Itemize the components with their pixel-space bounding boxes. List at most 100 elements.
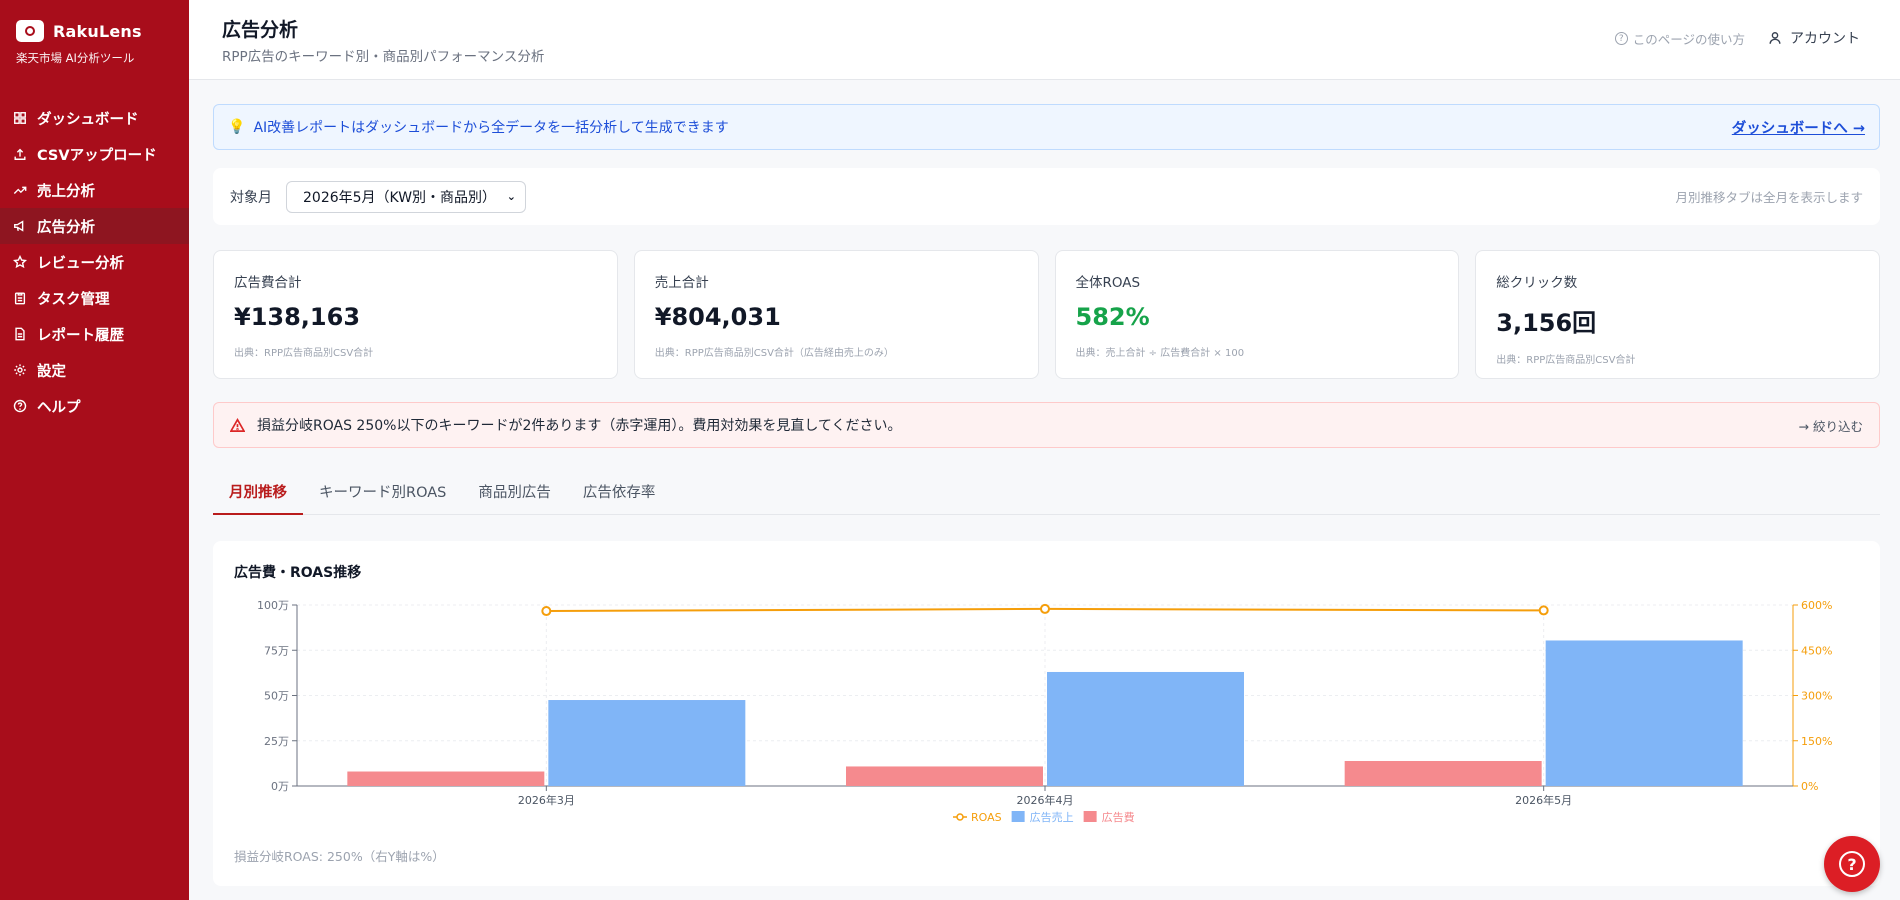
left-axis-tick-label: 50万 (264, 690, 289, 703)
sidebar-item[interactable]: 広告分析 (0, 208, 189, 244)
tab[interactable]: 月別推移 (213, 472, 303, 515)
floating-help-button[interactable]: ? (1824, 836, 1880, 892)
star-icon (13, 255, 27, 269)
x-axis-tick-label: 2026年4月 (1017, 793, 1074, 807)
left-axis-tick-label: 75万 (264, 644, 289, 657)
legend-label: 広告費 (1102, 810, 1135, 824)
kpi-source: 出典：RPP広告商品別CSV合計（広告経由売上のみ） (654, 348, 894, 359)
sidebar-item[interactable]: 設定 (0, 352, 189, 388)
kpi-card-sales: 売上合計 ¥804,031 出典：RPP広告商品別CSV合計（広告経由売上のみ） (633, 250, 1039, 379)
account-label: アカウント (1790, 31, 1860, 47)
left-axis-tick-label: 0万 (271, 780, 289, 793)
kpi-source: 出典：売上合計 ÷ 広告費合計 × 100 (1075, 348, 1245, 359)
right-axis-tick-label: 600% (1801, 599, 1832, 612)
roas-point (1538, 605, 1549, 616)
kpi-value: ¥804,031 (654, 303, 781, 331)
dashboard-icon (13, 111, 27, 125)
left-axis-tick-label: 25万 (264, 735, 289, 748)
sidebar-item[interactable]: レポート履歴 (0, 316, 189, 352)
tab[interactable]: キーワード別ROAS (303, 472, 462, 515)
tab[interactable]: 商品別広告 (462, 472, 567, 515)
sidebar-item[interactable]: ダッシュボード (0, 100, 189, 136)
month-select[interactable]: 2026年5月（KW別・商品別） ⌄ (286, 180, 526, 213)
sidebar-item-label: ダッシュボード (37, 111, 139, 128)
warning-triangle-icon (230, 417, 245, 432)
left-axis-tick-label: 100万 (257, 599, 289, 612)
month-select-value: 2026年5月（KW別・商品別） (303, 189, 497, 206)
kpi-label: 全体ROAS (1075, 275, 1141, 291)
chart-note: 損益分岐ROAS: 250%（右Y軸は%） (234, 849, 445, 864)
kpi-card-clicks: 総クリック数 3,156回 出典：RPP広告商品別CSV合計 (1475, 250, 1880, 379)
kpi-card-ad-cost: 広告費合計 ¥138,163 出典：RPP広告商品別CSV合計 (213, 250, 618, 379)
right-axis-tick-label: 0% (1801, 780, 1818, 793)
help-icon (13, 399, 27, 413)
alert-text: 損益分岐ROAS 250%以下のキーワードが2件あります（赤字運用）。費用対効果… (257, 418, 902, 434)
page-help-link[interactable]: ? このページの使い方 (1614, 29, 1745, 48)
chevron-down-icon: ⌄ (506, 189, 516, 203)
sidebar-item[interactable]: レビュー分析 (0, 244, 189, 280)
trend-icon (13, 183, 27, 197)
page-help-label: このページの使い方 (1632, 32, 1745, 47)
sidebar-item-label: ヘルプ (37, 399, 81, 416)
bar-ad-cost (1344, 760, 1542, 786)
x-axis-tick-label: 2026年5月 (1515, 793, 1572, 807)
bar-ad-sales (1047, 671, 1244, 786)
legend-swatch (1083, 811, 1097, 822)
bar-ad-cost (846, 766, 1043, 786)
sidebar-item[interactable]: 売上分析 (0, 172, 189, 208)
roas-point (1040, 603, 1050, 614)
megaphone-icon (13, 219, 27, 233)
lightbulb-icon: 💡 (228, 119, 246, 135)
ad-roas-chart: 0万 25万 50万 75万 100万 0% 150% 300% 450% 600% 2026年3月… (257, 599, 1832, 824)
legend-label: ROAS (971, 811, 1002, 824)
roas-point (541, 606, 552, 617)
sidebar-item-label: タスク管理 (37, 291, 110, 308)
info-banner: 💡 AI改善レポートはダッシュボードから全データを一括分析して生成できます ダッ… (213, 104, 1880, 150)
document-icon (13, 327, 27, 341)
page-subtitle: RPP広告のキーワード別・商品別パフォーマンス分析 (222, 49, 545, 65)
dashboard-link[interactable]: ダッシュボードへ → (1732, 117, 1865, 138)
bar-ad-sales (548, 700, 746, 786)
kpi-source: 出典：RPP広告商品別CSV合計 (1496, 355, 1636, 366)
kpi-card-roas: 全体ROAS 582% 出典：売上合計 ÷ 広告費合計 × 100 (1054, 250, 1460, 379)
chart-card: 広告費・ROAS推移 0万 25万 50万 75万 100万 0% 150% 300% 450%… (213, 541, 1880, 886)
kpi-source: 出典：RPP広告商品別CSV合計 (234, 348, 374, 359)
legend-label: 広告売上 (1030, 811, 1074, 824)
gear-icon (13, 363, 27, 377)
sidebar-item-label: 売上分析 (37, 183, 95, 200)
analysis-tabs: 月別推移 キーワード別ROAS 商品別広告 広告依存率 (213, 472, 1880, 515)
sidebar-item-label: 広告分析 (37, 219, 95, 236)
brand-name: RakuLens (53, 21, 142, 41)
kpi-value: ¥138,163 (234, 303, 361, 331)
filter-link[interactable]: → 絞り込む (1799, 416, 1863, 435)
legend-swatch (1011, 811, 1025, 822)
sidebar-item-label: CSVアップロード (37, 147, 157, 164)
kpi-label: 売上合計 (654, 275, 709, 291)
account-button[interactable]: アカウント (1768, 28, 1860, 48)
sidebar-item-label: レポート履歴 (37, 327, 124, 344)
kpi-value: 3,156回 (1496, 309, 1597, 337)
kpi-cards: 広告費合計 ¥138,163 出典：RPP広告商品別CSV合計 売上合計 ¥80… (213, 250, 1880, 379)
sidebar: RakuLens 楽天市場 AI分析ツール ダッシュボード CSVアップロード 売上… (0, 0, 189, 900)
camera-logo-icon (16, 20, 44, 42)
tab[interactable]: 広告依存率 (567, 472, 672, 515)
bar-ad-sales (1545, 640, 1743, 786)
kpi-label: 総クリック数 (1496, 275, 1578, 291)
x-axis-tick-label: 2026年3月 (518, 793, 575, 807)
user-icon (1769, 32, 1781, 44)
brand[interactable]: RakuLens (0, 0, 189, 42)
month-filter-bar: 対象月 2026年5月（KW別・商品別） ⌄ 月別推移タブは全月を表示します (213, 168, 1880, 225)
sidebar-item[interactable]: ヘルプ (0, 388, 189, 424)
sidebar-item[interactable]: タスク管理 (0, 280, 189, 316)
month-filter-label: 対象月 (230, 189, 272, 206)
bar-ad-cost (347, 771, 545, 786)
right-axis-tick-label: 150% (1801, 735, 1832, 748)
legend-marker (956, 813, 964, 821)
help-circle-icon: ? (1614, 32, 1628, 45)
right-axis-tick-label: 300% (1801, 690, 1832, 703)
sidebar-item-label: 設定 (37, 363, 66, 380)
upload-icon (13, 147, 27, 161)
sidebar-item[interactable]: CSVアップロード (0, 136, 189, 172)
info-banner-text: AI改善レポートはダッシュボードから全データを一括分析して生成できます (253, 120, 729, 136)
kpi-value: 582% (1075, 303, 1150, 331)
